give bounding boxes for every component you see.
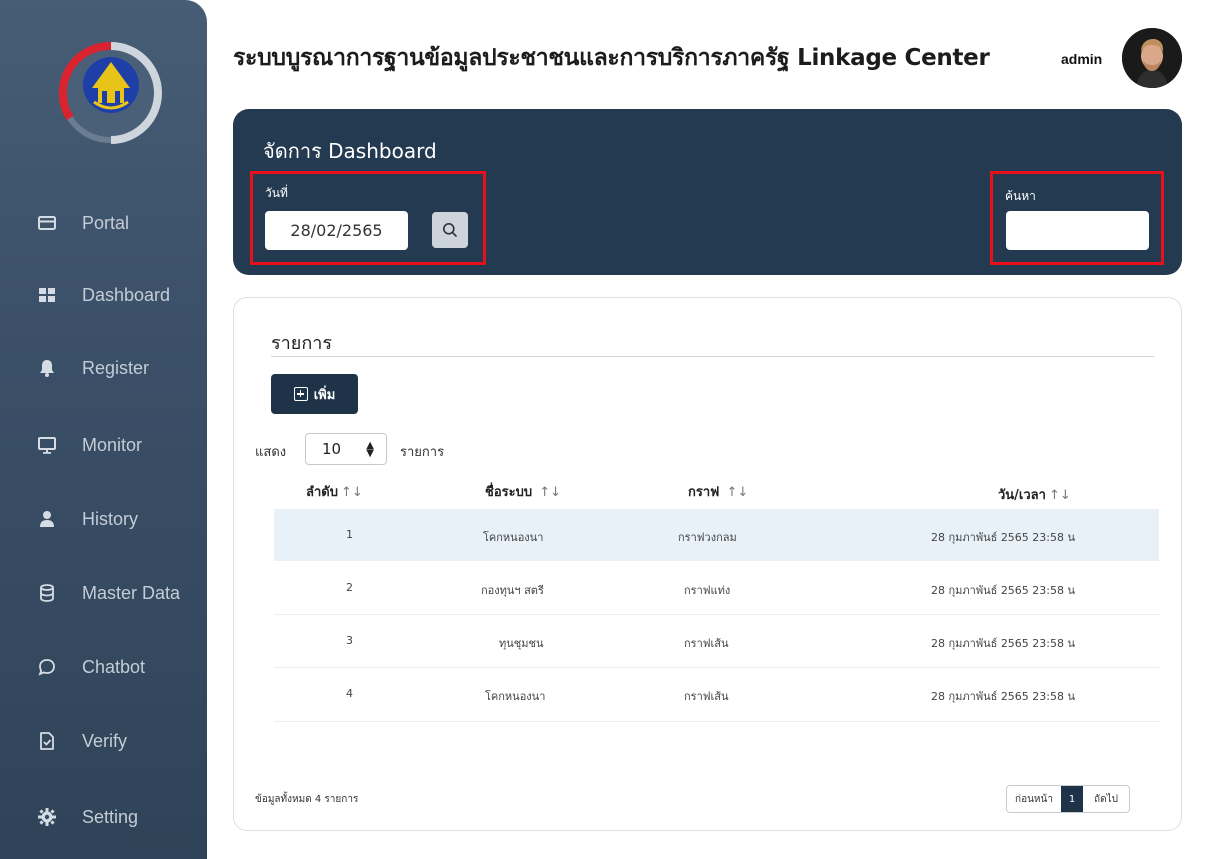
monitor-icon (36, 434, 58, 456)
column-header-datetime[interactable]: วัน/เวลา ↑↓ (998, 484, 1071, 505)
sort-icon: ↑↓ (340, 485, 363, 500)
list-panel: รายการ เพิ่ม แสดง 10 ▲ ▼ รายการ ลำดับ ↑↓ ช… (233, 297, 1182, 831)
prev-page-button[interactable]: ก่อนหน้า (1007, 786, 1061, 812)
next-page-button[interactable]: ถัดไป (1083, 786, 1129, 812)
user-icon (36, 508, 58, 530)
sidebar-item-portal[interactable]: Portal (0, 193, 207, 253)
avatar[interactable] (1122, 28, 1182, 88)
search-input[interactable] (1006, 211, 1149, 250)
cell-system: กองทุนฯ สตรี (481, 584, 544, 597)
table-row[interactable]: 2 กองทุนฯ สตรี กราฟแท่ง 28 กุมภาพันธ์ 25… (274, 562, 1159, 614)
grid-icon (36, 284, 58, 306)
sidebar-item-setting[interactable]: Setting (0, 787, 207, 847)
cell-datetime: 28 กุมภาพันธ์ 2565 23:58 น (931, 584, 1076, 597)
panel-title: จัดการ Dashboard (263, 139, 437, 163)
bell-icon (36, 357, 58, 379)
cell-datetime: 28 กุมภาพันธ์ 2565 23:58 น (931, 637, 1076, 650)
sidebar-item-verify[interactable]: Verify (0, 711, 207, 771)
cell-no: 2 (346, 581, 353, 594)
search-icon (443, 223, 458, 238)
sidebar-item-label: Chatbot (82, 656, 146, 677)
page-size-value: 10 (322, 440, 342, 458)
card-icon (36, 212, 58, 234)
user-name[interactable]: admin (1061, 51, 1102, 67)
sidebar-item-chatbot[interactable]: Chatbot (0, 637, 207, 697)
cell-graph: กราฟเส้น (684, 637, 729, 650)
table-row[interactable]: 3 ทุนชุมชน กราฟเส้น 28 กุมภาพันธ์ 2565 2… (274, 615, 1159, 667)
show-suffix: รายการ (400, 445, 445, 460)
divider (271, 356, 1154, 357)
column-header-no[interactable]: ลำดับ ↑↓ (306, 481, 363, 502)
pagination: ก่อนหน้า 1 ถัดไป (1006, 785, 1130, 813)
table-row[interactable]: 4 โคกหนองนา กราฟเส้น 28 กุมภาพันธ์ 2565 … (274, 668, 1159, 720)
cell-graph: กราฟเส้น (684, 690, 729, 703)
date-label: วันที่ (265, 186, 288, 200)
sort-icon: ↑↓ (535, 485, 562, 500)
app-root: Portal Dashboard Register Monitor Histor… (0, 0, 1209, 859)
sidebar-item-label: Setting (82, 806, 139, 827)
cell-graph: กราฟวงกลม (678, 531, 737, 544)
add-button[interactable]: เพิ่ม (271, 374, 358, 414)
search-label: ค้นหา (1005, 189, 1036, 203)
show-label: แสดง (255, 445, 287, 460)
sidebar: Portal Dashboard Register Monitor Histor… (0, 0, 207, 859)
cell-datetime: 28 กุมภาพันธ์ 2565 23:58 น (931, 690, 1076, 703)
department-logo (58, 40, 164, 146)
cell-no: 1 (346, 528, 353, 541)
cell-graph: กราฟแท่ง (684, 584, 731, 597)
page-1-button[interactable]: 1 (1061, 786, 1083, 812)
column-header-system[interactable]: ชื่อระบบ ↑↓ (485, 481, 561, 502)
verify-icon (36, 730, 58, 752)
cell-system: โคกหนองนา (485, 690, 546, 703)
cell-system: โคกหนองนา (483, 531, 544, 544)
sidebar-item-label: Master Data (82, 582, 181, 603)
sidebar-item-history[interactable]: History (0, 489, 207, 549)
cell-system: ทุนชุมชน (499, 637, 544, 650)
table-row[interactable]: 1 โคกหนองนา กราฟวงกลม 28 กุมภาพันธ์ 2565… (274, 509, 1159, 561)
cell-no: 3 (346, 634, 353, 647)
database-icon (36, 582, 58, 604)
chat-icon (36, 656, 58, 678)
column-header-graph[interactable]: กราฟ ↑↓ (688, 481, 748, 502)
total-count: ข้อมูลทั้งหมด 4 รายการ (255, 794, 359, 805)
add-button-label: เพิ่ม (313, 387, 336, 403)
sidebar-item-label: Dashboard (82, 284, 171, 305)
sidebar-item-label: Register (82, 357, 150, 378)
sidebar-item-master-data[interactable]: Master Data (0, 563, 207, 623)
gear-icon (36, 806, 58, 828)
page-title: ระบบบูรณาการฐานข้อมูลประชาชนและการบริการ… (233, 45, 990, 71)
list-title: รายการ (271, 333, 332, 354)
sort-icon: ↑↓ (722, 485, 749, 500)
sidebar-item-label: Monitor (82, 434, 143, 455)
select-arrows-icon: ▲ ▼ (366, 440, 374, 459)
plus-icon (293, 387, 308, 401)
date-input[interactable] (265, 211, 408, 250)
page-size-select[interactable]: 10 ▲ ▼ (305, 433, 387, 465)
cell-datetime: 28 กุมภาพันธ์ 2565 23:58 น (931, 531, 1076, 544)
sidebar-item-label: Portal (82, 212, 130, 233)
sidebar-item-label: Verify (82, 730, 128, 751)
sidebar-item-monitor[interactable]: Monitor (0, 415, 207, 475)
sidebar-item-register[interactable]: Register (0, 338, 207, 398)
cell-no: 4 (346, 687, 353, 700)
sidebar-item-dashboard[interactable]: Dashboard (0, 265, 207, 325)
row-divider (274, 721, 1159, 722)
dashboard-filter-panel: จัดการ Dashboard วันที่ ค้นหา (233, 109, 1182, 275)
search-button[interactable] (432, 212, 468, 248)
sort-icon: ↑↓ (1048, 488, 1071, 503)
sidebar-item-label: History (82, 508, 139, 529)
